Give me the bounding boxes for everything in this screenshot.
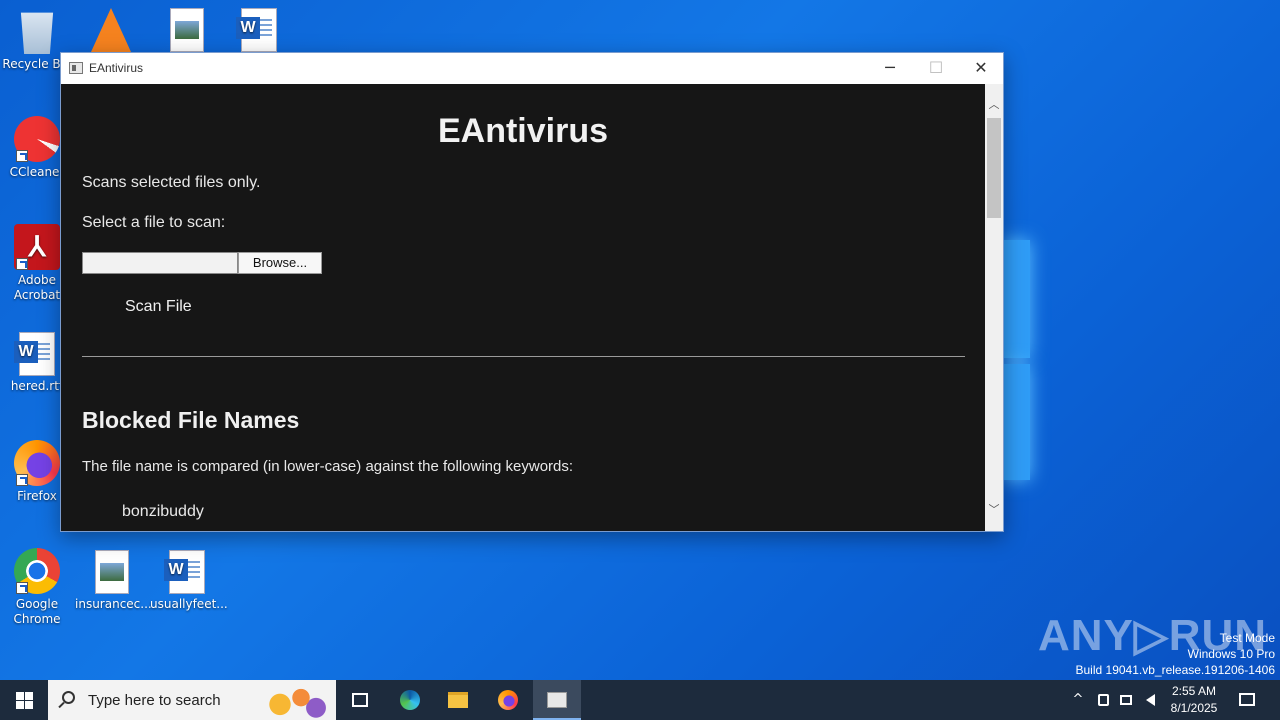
keyword-list: bonzibuddy (122, 503, 204, 521)
select-file-label: Select a file to scan: (82, 214, 226, 231)
desktop-icon-label: Google Chrome (13, 597, 61, 626)
taskbar-search-box[interactable]: Type here to search (48, 680, 336, 720)
search-input[interactable]: Type here to search (88, 692, 221, 709)
desktop-icon-image-file[interactable] (150, 8, 224, 55)
folder-icon (448, 692, 468, 708)
clock-time: 2:55 AM (1171, 684, 1217, 698)
vlc-icon (91, 8, 131, 52)
firefox-icon (498, 690, 518, 710)
window-titlebar[interactable]: EAntivirus ─ ☐ ✕ (61, 53, 1003, 84)
shortcut-arrow-icon (16, 474, 28, 486)
desktop-icon-usuallyfeet-file[interactable]: usuallyfeet... (150, 550, 228, 612)
close-button[interactable]: ✕ (958, 53, 1004, 83)
tray-app-icon[interactable] (1094, 680, 1112, 720)
word-document-icon (14, 332, 55, 376)
image-file-icon (95, 550, 129, 594)
desktop-icon-vlc[interactable] (74, 8, 148, 55)
scroll-up-icon[interactable]: ︿ (985, 96, 1003, 114)
taskbar-clock[interactable]: 2:55 AM 8/1/2025 (1160, 683, 1228, 717)
clock-date: 8/1/2025 (1170, 701, 1218, 715)
system-info: Test Mode Windows 10 Pro Build 19041.vb_… (1076, 630, 1276, 678)
network-icon (1120, 695, 1132, 705)
shortcut-arrow-icon (16, 150, 28, 162)
volume-icon (1145, 694, 1155, 706)
tray-overflow-chevron[interactable]: ^ (1068, 680, 1088, 720)
notification-icon (1239, 693, 1255, 706)
blocked-file-names-heading: Blocked File Names (82, 407, 300, 433)
desktop-icon-label: usuallyfeet... (150, 597, 228, 611)
scrollbar-thumb[interactable] (987, 118, 1001, 218)
desktop-icon-label: insurancec... (75, 597, 152, 611)
section-divider (82, 356, 965, 357)
browse-button[interactable]: Browse... (238, 252, 322, 274)
image-file-icon (170, 8, 204, 52)
search-highlight-flowers-icon (268, 684, 328, 718)
network-button[interactable] (1117, 680, 1135, 720)
word-document-icon (164, 550, 205, 594)
list-item: bonzibuddy (122, 503, 204, 520)
desktop-icon-insurance-file[interactable]: insurancec... (75, 550, 152, 612)
desktop-icon-word-file[interactable] (222, 8, 296, 55)
task-view-button[interactable] (336, 680, 384, 720)
volume-button[interactable] (1140, 680, 1160, 720)
word-document-icon (236, 8, 277, 52)
app-window-icon (69, 62, 83, 74)
windows-start-icon (16, 692, 24, 700)
scan-file-button[interactable]: Scan File (125, 298, 192, 316)
build-text: Build 19041.vb_release.191206-1406 (1075, 663, 1276, 677)
taskbar-file-explorer[interactable] (434, 680, 482, 720)
search-icon (62, 691, 75, 704)
chrome-icon (14, 548, 60, 594)
page-title: EAntivirus (437, 112, 609, 150)
taskbar-edge[interactable] (386, 680, 434, 720)
desktop-icon-google-chrome[interactable]: Google Chrome (0, 548, 74, 627)
taskbar: Type here to search ^ 2:55 AM 8/1/2025 (0, 680, 1280, 720)
eantivirus-window: EAntivirus ─ ☐ ✕ EAntivirus Scans select… (60, 52, 1004, 532)
windows-logo-wallpaper (1004, 240, 1030, 480)
scroll-down-icon[interactable]: ﹀ (985, 501, 1003, 519)
app-window-icon (547, 692, 567, 708)
shortcut-arrow-icon (16, 258, 28, 270)
firefox-icon (14, 440, 60, 486)
maximize-button[interactable]: ☐ (913, 53, 959, 83)
start-button[interactable] (0, 680, 48, 720)
taskbar-eantivirus[interactable] (533, 680, 581, 720)
edge-icon (400, 690, 420, 710)
minimize-button[interactable]: ─ (867, 53, 913, 83)
notifications-button[interactable] (1236, 680, 1258, 720)
file-path-input[interactable] (82, 252, 238, 274)
app-tagline: Scans selected files only. (82, 174, 261, 191)
vertical-scrollbar[interactable]: ︿ ﹀ (985, 84, 1003, 531)
recycle-bin-icon (20, 12, 54, 54)
test-mode-text: Test Mode (1219, 631, 1275, 645)
window-title: EAntivirus (89, 61, 144, 75)
taskbar-firefox[interactable] (484, 680, 532, 720)
app-content: EAntivirus Scans selected files only. Se… (61, 84, 985, 531)
blocked-description: The file name is compared (in lower-case… (82, 458, 574, 475)
ccleaner-icon (14, 116, 60, 162)
windows-edition-text: Windows 10 Pro (1187, 647, 1275, 661)
shortcut-arrow-icon (16, 582, 28, 594)
tray-shield-icon (1097, 694, 1109, 706)
task-view-icon (352, 693, 368, 707)
adobe-acrobat-icon: ⅄ (14, 224, 60, 270)
